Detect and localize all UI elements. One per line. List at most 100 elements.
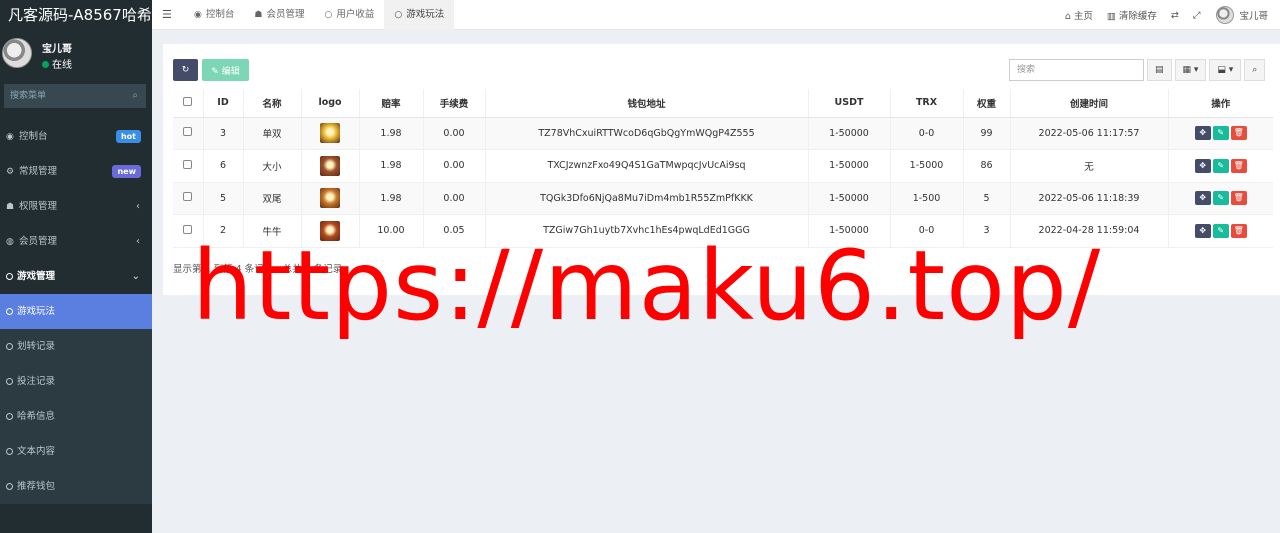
row-delete-button[interactable]: 🗑 <box>1230 191 1247 206</box>
row-delete-button[interactable]: 🗑 <box>1230 126 1247 141</box>
col-id[interactable]: ID <box>203 89 244 118</box>
circle-icon <box>6 343 13 350</box>
export-button[interactable]: ⬓ ▾ <box>1209 59 1242 81</box>
cell-logo <box>301 182 360 215</box>
select-all-checkbox[interactable] <box>183 96 193 106</box>
sidebar-item-members[interactable]: ◍ 会员管理 ‹ <box>0 224 152 259</box>
tab-dashboard[interactable]: ◉ 控制台 <box>184 0 244 30</box>
col-usdt[interactable]: USDT <box>808 89 891 118</box>
cogs-icon: ⚙ <box>6 167 15 177</box>
row-checkbox[interactable] <box>183 127 193 137</box>
cell-rate: 1.98 <box>359 182 424 215</box>
sidebar-item-referral-wallet[interactable]: 推荐钱包 <box>0 469 152 504</box>
row-select-cell[interactable] <box>173 117 204 150</box>
row-checkbox[interactable] <box>183 159 193 169</box>
tab-game-rules[interactable]: ○ 游戏玩法 <box>384 0 455 30</box>
cell-actions: ✥ ✎ 🗑 <box>1168 149 1273 183</box>
toggle-view-button[interactable]: ▤ <box>1147 59 1172 81</box>
brand-title[interactable]: 凡客源码-A8567哈希 <box>0 0 152 30</box>
sidebar-item-dashboard[interactable]: ◉ 控制台 hot <box>0 119 152 154</box>
refresh-button[interactable]: ↻ <box>173 59 198 81</box>
sidebar-item-label: 游戏管理 <box>17 271 56 282</box>
menu-search-input[interactable] <box>4 84 146 108</box>
cell-actions: ✥ ✎ 🗑 <box>1168 117 1273 150</box>
sidebar-item-permissions[interactable]: ☗ 权限管理 ‹ <box>0 189 152 224</box>
cell-usdt: 1-50000 <box>808 117 891 150</box>
tab-members[interactable]: ☗ 会员管理 <box>244 0 314 30</box>
row-delete-button[interactable]: 🗑 <box>1230 223 1247 238</box>
cell-wallet-address: TZ78VhCxuiRTTWcoD6qGbQgYmWQgP4Z555 <box>485 117 809 150</box>
row-delete-button[interactable]: 🗑 <box>1230 158 1247 173</box>
fullscreen-icon[interactable]: ⤢ <box>1193 10 1201 21</box>
cell-created-at: 无 <box>1010 149 1169 183</box>
col-actions: 操作 <box>1168 89 1273 118</box>
circle-icon <box>6 378 13 385</box>
row-edit-button[interactable]: ✎ <box>1212 223 1229 238</box>
circle-icon <box>6 308 13 315</box>
drag-sort-button[interactable]: ✥ <box>1194 223 1211 238</box>
search-icon[interactable]: ⌕ <box>132 90 138 101</box>
sidebar-item-transfer-records[interactable]: 划转记录 <box>0 329 152 364</box>
user-status: 在线 <box>42 56 72 71</box>
menu-toggle-icon[interactable]: ☰ <box>162 8 172 21</box>
sidebar-item-game-rules[interactable]: 游戏玩法 <box>0 294 152 329</box>
avatar <box>2 38 32 68</box>
game-logo-image <box>320 188 340 209</box>
cell-trx: 1-5000 <box>890 149 964 183</box>
drag-sort-button[interactable]: ✥ <box>1194 126 1211 141</box>
drag-sort-button[interactable]: ✥ <box>1194 158 1211 173</box>
cell-created-at: 2022-05-06 11:18:39 <box>1010 182 1169 215</box>
game-rules-table: ID 名称 logo 赔率 手续费 钱包地址 USDT TRX 权重 创建时间 … <box>173 89 1273 248</box>
cell-trx: 1-500 <box>890 182 964 215</box>
select-all-cell[interactable] <box>173 89 204 118</box>
row-checkbox[interactable] <box>183 192 193 202</box>
user-menu[interactable]: 宝儿哥 <box>1239 8 1268 22</box>
circle-icon <box>6 483 13 490</box>
edit-label: 编辑 <box>221 66 240 77</box>
col-weight[interactable]: 权重 <box>963 89 1011 118</box>
clear-cache-button[interactable]: ▥ 清除缓存 <box>1107 8 1157 22</box>
col-name[interactable]: 名称 <box>243 89 302 118</box>
advanced-search-button[interactable]: ⌕ <box>1244 59 1266 81</box>
columns-button[interactable]: ▦ ▾ <box>1174 59 1207 81</box>
home-label: 主页 <box>1073 11 1093 22</box>
list-icon: ▤ <box>1155 65 1164 75</box>
sidebar-item-text-content[interactable]: 文本内容 <box>0 434 152 469</box>
cell-usdt: 1-50000 <box>808 149 891 183</box>
game-logo-image <box>320 123 340 144</box>
col-fee[interactable]: 手续费 <box>423 89 486 118</box>
row-edit-button[interactable]: ✎ <box>1212 126 1229 141</box>
drag-sort-button[interactable]: ✥ <box>1194 191 1211 206</box>
col-created-at[interactable]: 创建时间 <box>1010 89 1169 118</box>
dashboard-icon: ◉ <box>6 132 14 142</box>
group-icon: ☗ <box>6 202 15 212</box>
col-wallet-address[interactable]: 钱包地址 <box>485 89 809 118</box>
col-logo[interactable]: logo <box>301 89 360 118</box>
export-icon: ⬓ ▾ <box>1217 65 1234 75</box>
sidebar-item-general[interactable]: ⚙ 常规管理 new <box>0 154 152 189</box>
top-navbar: ☰ ◉ 控制台 ☗ 会员管理 ○ 用户收益 ○ 游戏玩法 ⌂ 主页 ▥ 清除缓存 ⇄ ⤢… <box>152 0 1280 30</box>
col-rate[interactable]: 赔率 <box>359 89 424 118</box>
cell-id: 3 <box>203 117 244 150</box>
row-edit-button[interactable]: ✎ <box>1212 158 1229 173</box>
translate-icon[interactable]: ⇄ <box>1171 10 1179 21</box>
row-checkbox[interactable] <box>183 224 193 234</box>
edit-button[interactable]: ✎ 编辑 <box>202 59 249 81</box>
home-link[interactable]: ⌂ 主页 <box>1065 8 1093 22</box>
cell-name: 大小 <box>243 149 302 183</box>
col-trx[interactable]: TRX <box>890 89 964 118</box>
sidebar-item-label: 游戏玩法 <box>17 306 56 317</box>
table-row[interactable]: 3 单双 1.98 0.00 TZ78VhCxuiRTTWcoD6qGbQgYmWQgP… <box>173 117 1273 150</box>
sidebar-item-bet-records[interactable]: 投注记录 <box>0 364 152 399</box>
table-search-input[interactable] <box>1009 59 1144 81</box>
row-edit-button[interactable]: ✎ <box>1212 191 1229 206</box>
row-select-cell[interactable] <box>173 182 204 215</box>
cell-name: 双尾 <box>243 182 302 215</box>
sidebar-item-games[interactable]: 游戏管理 ⌄ <box>0 259 152 294</box>
avatar[interactable] <box>1216 6 1235 24</box>
tab-user-earnings[interactable]: ○ 用户收益 <box>314 0 384 30</box>
table-row[interactable]: 5 双尾 1.98 0.00 TQGk3Dfo6NjQa8Mu7iDm4mb1R55Zm… <box>173 182 1273 215</box>
table-row[interactable]: 6 大小 1.98 0.00 TXCJzwnzFxo49Q4S1GaTMwpqcJvUc… <box>173 149 1273 183</box>
sidebar-item-hash-info[interactable]: 哈希信息 <box>0 399 152 434</box>
row-select-cell[interactable] <box>173 149 204 183</box>
